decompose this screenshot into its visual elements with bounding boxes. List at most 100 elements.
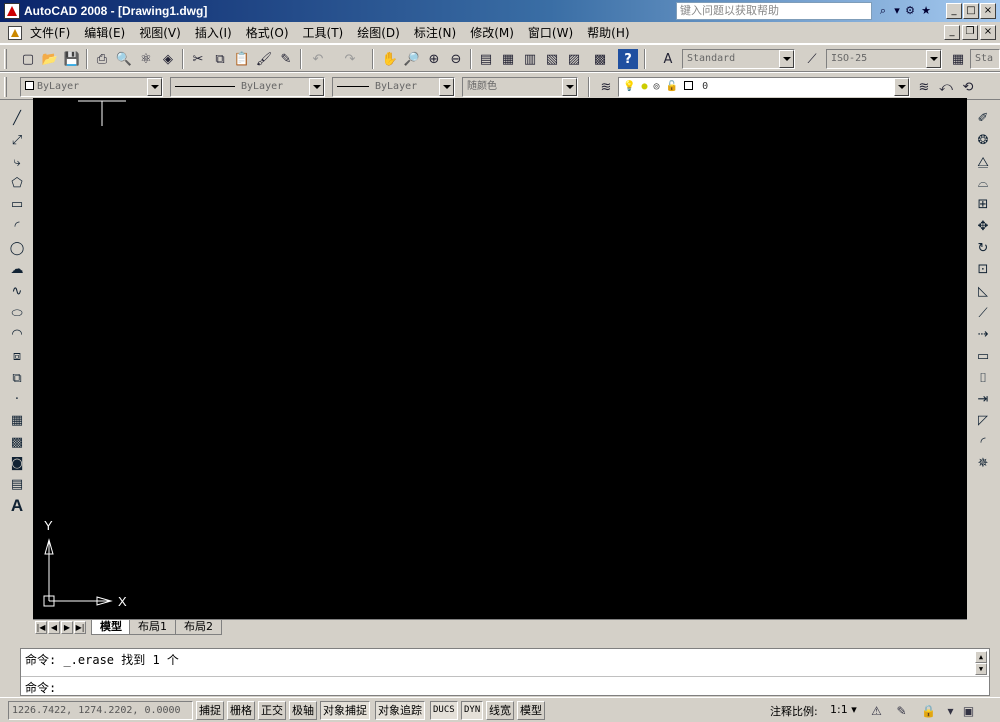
scale-icon[interactable]: ⊡ [973,259,993,279]
help-search-input[interactable]: 键入问题以获取帮助 [676,2,872,20]
dropdown-arrow-icon[interactable]: ▾ [890,4,904,18]
first-tab-icon[interactable]: |◀ [35,621,47,634]
osnap-toggle[interactable]: 对象捕捉 [320,701,370,720]
menu-insert[interactable]: 插入(I) [195,25,232,41]
drawing-area[interactable]: Y X [33,98,967,619]
next-tab-icon[interactable]: ▶ [61,621,73,634]
save-icon[interactable]: 💾 [62,49,82,69]
document-icon[interactable] [8,26,22,40]
join-icon[interactable]: ⇥ [973,389,993,409]
search-help-icon[interactable]: ⌕ [876,4,890,18]
quickcalc-icon[interactable]: ▩ [590,49,610,69]
dyn-toggle[interactable]: DYN [461,701,484,720]
coordinate-display[interactable]: 1226.7422, 1274.2202, 0.0000 [8,701,193,720]
publish-icon[interactable]: ⚛ [136,49,156,69]
plot-icon[interactable]: ⎙ [92,49,112,69]
rectangle-icon[interactable]: ▭ [7,194,27,214]
chevron-down-icon[interactable] [309,78,324,96]
lineweight-toggle[interactable]: 线宽 [486,701,514,720]
chevron-down-icon[interactable] [439,78,454,96]
layer-previous-icon[interactable]: ⤺ [936,77,956,97]
annotation-scale-select[interactable]: 1:1 ▾ [830,703,857,716]
color-select[interactable]: ByLayer [20,77,163,97]
menu-tools[interactable]: 工具(T) [303,25,344,41]
polyline-icon[interactable]: ⤷ [7,152,27,172]
stretch-icon[interactable]: ◺ [973,281,993,301]
autocad-app-icon[interactable] [4,3,20,19]
arc-icon[interactable]: ◜ [7,216,27,236]
tab-layout2[interactable]: 布局2 [175,620,222,635]
text-style-select[interactable]: Standard [682,49,795,69]
layer-properties-icon[interactable]: ≋ [596,77,616,97]
mirror-icon[interactable]: ⧋ [973,152,993,172]
layer-select[interactable]: 💡 ● ◎ 🔓 0 [618,77,910,97]
otrack-toggle[interactable]: 对象追踪 [375,701,425,720]
toolbar-grip[interactable] [4,77,7,97]
doc-close-button[interactable]: × [980,25,996,40]
chevron-down-icon[interactable] [926,50,941,68]
table-icon[interactable]: ▤ [7,474,27,494]
point-icon[interactable]: · [7,389,27,409]
line-icon[interactable]: ╱ [7,108,27,128]
doc-restore-button[interactable]: ❐ [962,25,978,40]
polygon-icon[interactable]: ⬠ [7,173,27,193]
design-center-icon[interactable]: ▦ [498,49,518,69]
make-layer-current-icon[interactable]: ≋ [914,77,934,97]
menu-window[interactable]: 窗口(W) [528,25,573,41]
menu-format[interactable]: 格式(O) [246,25,289,41]
menu-modify[interactable]: 修改(M) [470,25,514,41]
pan-realtime-icon[interactable]: ✋ [380,49,400,69]
copy-object-icon[interactable]: ❂ [973,130,993,150]
help-icon[interactable]: ? [618,49,638,69]
zoom-previous-icon[interactable]: ⊖ [446,49,466,69]
hatch-icon[interactable]: ▦ [7,410,27,430]
zoom-window-icon[interactable]: ⊕ [424,49,444,69]
construction-line-icon[interactable]: ⤢ [7,130,27,150]
redo-icon[interactable]: ↷ [340,49,360,69]
menu-file[interactable]: 文件(F) [30,25,70,41]
model-toggle[interactable]: 模型 [517,701,545,720]
zoom-realtime-icon[interactable]: 🔎 [402,49,422,69]
dim-style-select[interactable]: ISO-25 [826,49,942,69]
ducs-toggle[interactable]: DUCS [430,701,458,720]
revision-cloud-icon[interactable]: ☁ [7,259,27,279]
clean-screen-icon[interactable]: ▣ [960,702,977,719]
menu-help[interactable]: 帮助(H) [587,25,629,41]
layer-states-icon[interactable]: ⟲ [958,77,978,97]
break-at-point-icon[interactable]: ▭ [973,346,993,366]
command-prompt[interactable]: 命令: [25,679,56,696]
ellipse-icon[interactable]: ⬭ [7,303,27,323]
spline-icon[interactable]: ∿ [7,281,27,301]
multiline-text-icon[interactable]: A [7,496,27,516]
copy-icon[interactable]: ⧉ [210,49,230,69]
app-minimize-button[interactable]: _ [946,3,962,19]
chevron-down-icon[interactable] [779,50,794,68]
plot-style-select[interactable]: 随颜色 [462,77,578,97]
new-file-icon[interactable]: ▢ [18,49,38,69]
auto-scale-icon[interactable]: ✎ [893,702,910,719]
paste-icon[interactable]: 📋 [232,49,252,69]
prev-tab-icon[interactable]: ◀ [48,621,60,634]
extend-icon[interactable]: ⇢ [973,324,993,344]
chevron-down-icon[interactable] [562,78,577,96]
tool-palettes-icon[interactable]: ▥ [520,49,540,69]
table-style-select[interactable]: Sta [970,49,1000,69]
sheet-set-icon[interactable]: ▧ [542,49,562,69]
cut-icon[interactable]: ✂ [188,49,208,69]
polar-toggle[interactable]: 极轴 [289,701,317,720]
app-close-button[interactable]: × [980,3,996,19]
toolbar-lock-icon[interactable]: 🔒 [920,702,937,719]
dim-style-icon[interactable]: ⟋ [802,49,822,69]
menu-dimension[interactable]: 标注(N) [414,25,456,41]
erase-icon[interactable]: ✐ [973,108,993,128]
scroll-up-icon[interactable]: ▲ [975,651,987,663]
gradient-icon[interactable]: ▩ [7,432,27,452]
block-editor-icon[interactable]: ✎ [276,49,296,69]
array-icon[interactable]: ⊞ [973,194,993,214]
doc-minimize-button[interactable]: _ [944,25,960,40]
tab-layout1[interactable]: 布局1 [129,620,176,635]
favorites-star-icon[interactable]: ★ [919,4,933,18]
open-file-icon[interactable]: 📂 [40,49,60,69]
plot-preview-icon[interactable]: 🔍 [114,49,134,69]
text-style-icon[interactable]: A [658,49,678,69]
